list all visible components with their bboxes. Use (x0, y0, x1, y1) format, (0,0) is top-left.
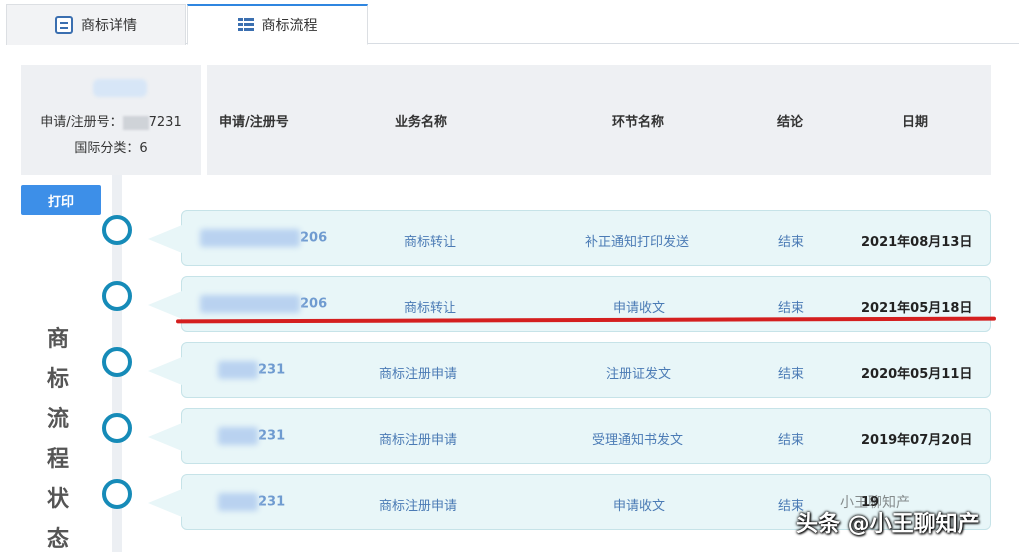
timeline-node (102, 347, 132, 377)
row-pointer (148, 291, 182, 319)
reg-label: 申请/注册号： (40, 115, 123, 130)
table-header: 申请/注册号 业务名称 环节名称 结论 日期 (207, 65, 991, 175)
reg-tail: 206 (300, 296, 328, 312)
vertical-title: 商 标 流 程 状 态 (38, 320, 78, 552)
document-icon (55, 16, 73, 34)
redaction-mask (200, 229, 300, 247)
reg-tail: 231 (258, 362, 286, 378)
row-step: 补正通知打印发送 (585, 235, 690, 250)
reg-tail: 231 (258, 428, 286, 444)
row-step: 申请收文 (613, 301, 666, 316)
tab-label: 商标详情 (81, 18, 137, 34)
table-row[interactable]: 231 商标注册申请 受理通知书发文 结束 2019年07月20日 (148, 408, 991, 464)
row-result: 结束 (778, 301, 805, 316)
row-date: 2021年05月18日 (861, 301, 973, 316)
redaction-mask (200, 295, 300, 313)
vertical-title-char: 标 (46, 367, 69, 392)
vertical-title-char: 态 (46, 527, 69, 552)
row-reg-number: 231 (218, 361, 285, 379)
reg-tail: 7231 (148, 115, 182, 130)
header-step: 环节名称 (612, 115, 665, 130)
tab-bar: 商标详情 商标流程 (6, 4, 1019, 45)
row-business: 商标注册申请 (379, 499, 458, 514)
row-reg-number: 206 (200, 295, 327, 313)
redaction-mask (218, 427, 258, 445)
tab-trademark-process[interactable]: 商标流程 (187, 4, 368, 45)
registration-number: 申请/注册号： 7231 (21, 111, 201, 130)
list-icon (237, 18, 254, 32)
tab-label: 商标流程 (261, 18, 318, 34)
row-reg-number: 231 (218, 493, 285, 511)
row-date: 2021年08月13日 (861, 235, 973, 250)
row-pointer (148, 423, 182, 451)
vertical-title-char: 商 (46, 327, 69, 352)
row-pointer (148, 225, 182, 253)
redaction-mask (122, 115, 149, 130)
print-button[interactable]: 打印 (21, 185, 101, 215)
row-step: 受理通知书发文 (592, 433, 684, 448)
header-reg-number: 申请/注册号 (219, 115, 289, 130)
trademark-info-panel: 申请/注册号： 7231 国际分类：6 (21, 65, 201, 175)
row-pointer (148, 357, 182, 385)
vertical-title-char: 程 (46, 447, 69, 472)
reg-tail: 231 (258, 494, 286, 510)
row-date: 2019年07月20日 (861, 433, 973, 448)
redaction-mask (218, 493, 258, 511)
row-business: 商标转让 (404, 301, 457, 316)
row-reg-number: 206 (200, 229, 327, 247)
row-result: 结束 (778, 367, 805, 382)
row-pointer (148, 489, 182, 517)
timeline-node (102, 413, 132, 443)
row-business: 商标转让 (404, 235, 457, 250)
table-row[interactable]: 206 商标转让 补正通知打印发送 结束 2021年08月13日 (148, 210, 991, 266)
vertical-title-char: 状 (46, 487, 69, 512)
timeline-node (102, 281, 132, 311)
reg-tail: 206 (300, 230, 328, 246)
tab-trademark-details[interactable]: 商标详情 (6, 4, 186, 45)
timeline-node (102, 479, 132, 509)
vertical-title-char: 流 (46, 407, 69, 432)
header-business: 业务名称 (395, 115, 448, 130)
row-business: 商标注册申请 (379, 433, 458, 448)
row-reg-number: 231 (218, 427, 285, 445)
row-result: 结束 (778, 433, 805, 448)
row-result: 结束 (778, 235, 805, 250)
table-row[interactable]: 231 商标注册申请 注册证发文 结束 2020年05月11日 (148, 342, 991, 398)
row-step: 申请收文 (613, 499, 666, 514)
row-business: 商标注册申请 (379, 367, 458, 382)
row-step: 注册证发文 (606, 367, 672, 382)
international-class: 国际分类：6 (74, 141, 148, 156)
timeline-node (102, 215, 132, 245)
watermark: 头条 @小王聊知产 (796, 512, 980, 537)
trademark-name-redacted (93, 79, 147, 97)
redaction-mask (218, 361, 258, 379)
header-date: 日期 (902, 115, 929, 130)
header-result: 结论 (777, 115, 804, 130)
table-row[interactable]: 206 商标转让 申请收文 结束 2021年05月18日 (148, 276, 991, 332)
row-date: 2020年05月11日 (861, 367, 973, 382)
